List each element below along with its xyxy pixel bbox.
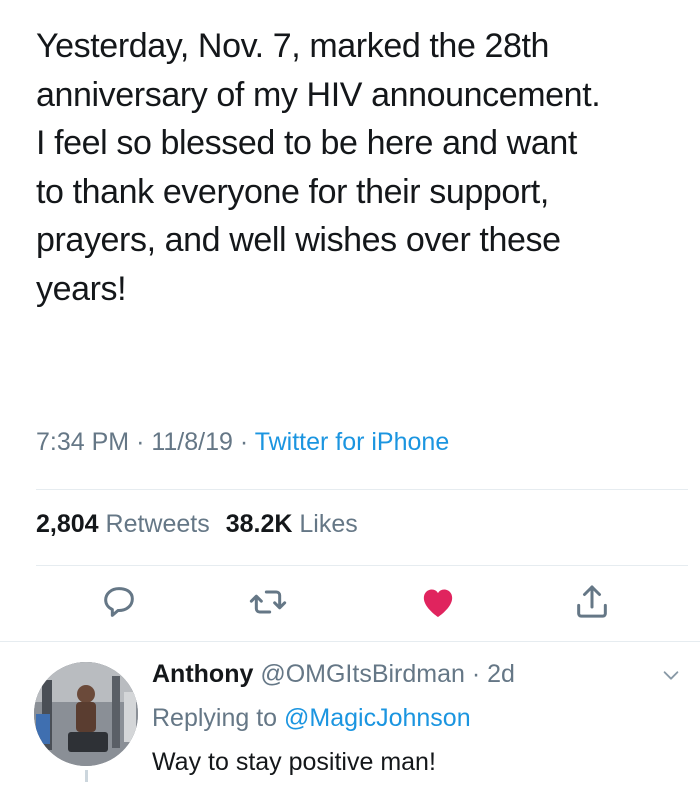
reply-age: 2d [487,660,515,688]
likes-label: Likes [299,510,358,538]
tweet-actions [0,582,700,622]
tweet-text: Yesterday, Nov. 7, marked the 28th anniv… [36,27,601,308]
tweet-source-link[interactable]: Twitter for iPhone [255,428,450,456]
reply-icon [99,582,139,622]
replying-prefix: Replying to [152,704,278,732]
avatar[interactable] [34,662,138,766]
replying-to-line: Replying to @MagicJohnson [152,704,471,733]
reply-button[interactable] [99,582,139,622]
reply-author-name[interactable]: Anthony [152,660,253,688]
reply-author-handle[interactable]: @OMGItsBirdman [260,660,465,688]
retweets-label: Retweets [105,510,210,538]
like-button[interactable] [418,582,458,622]
reply-header: Anthony @OMGItsBirdman · 2d [152,660,515,689]
likes-count: 38.2K [225,510,293,538]
meta-separator: · [239,428,249,456]
chevron-down-icon[interactable] [660,664,682,686]
retweet-icon [248,582,288,622]
retweets-count: 2,804 [36,510,99,538]
reply-tweet[interactable]: Anthony @OMGItsBirdman · 2d Replying to … [0,642,700,799]
replying-to-handle[interactable]: @MagicJohnson [284,704,471,732]
tweet-meta: 7:34 PM · 11/8/19 · Twitter for iPhone [36,428,449,457]
heart-icon [418,582,458,622]
meta-separator [465,660,472,688]
retweet-button[interactable] [248,582,288,622]
reply-text: Way to stay positive man! [152,748,436,776]
divider [36,565,688,566]
meta-separator: · [471,660,481,688]
meta-separator: · [136,428,145,456]
retweets-stat[interactable]: 2,804 Retweets [36,510,210,538]
share-button[interactable] [572,582,612,622]
likes-stat[interactable]: 38.2K Likes [226,510,358,538]
thread-line [85,770,88,782]
share-icon [572,582,612,622]
tweet-date: 11/8/19 [151,428,233,456]
tweet-stats: 2,804 Retweets 38.2K Likes [36,510,358,539]
tweet-time: 7:34 PM [36,428,130,456]
divider [36,489,688,490]
